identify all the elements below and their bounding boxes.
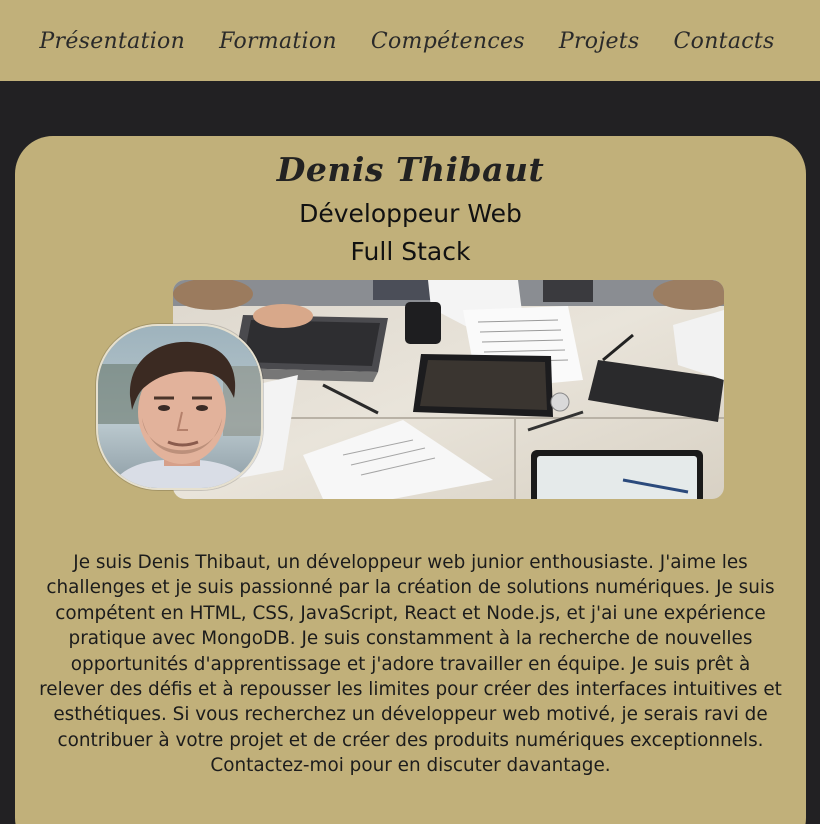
profile-avatar — [96, 324, 263, 490]
profile-role-line2: Full Stack — [350, 237, 471, 266]
presentation-card: Denis Thibaut Développeur Web Full Stack — [15, 136, 806, 824]
nav-link-projets[interactable]: Projets — [559, 27, 640, 54]
profile-bio: Je suis Denis Thibaut, un développeur we… — [39, 552, 782, 777]
nav-link-contacts[interactable]: Contacts — [674, 27, 775, 54]
nav-link-presentation[interactable]: Présentation — [39, 27, 185, 54]
nav-list: Présentation Formation Compétences Proje… — [39, 27, 774, 54]
profile-name: Denis Thibaut — [276, 150, 545, 189]
nav-link-competences[interactable]: Compétences — [371, 27, 525, 54]
top-navigation: Présentation Formation Compétences Proje… — [0, 0, 820, 81]
profile-role-line1: Développeur Web — [299, 199, 522, 228]
nav-link-formation[interactable]: Formation — [219, 27, 337, 54]
